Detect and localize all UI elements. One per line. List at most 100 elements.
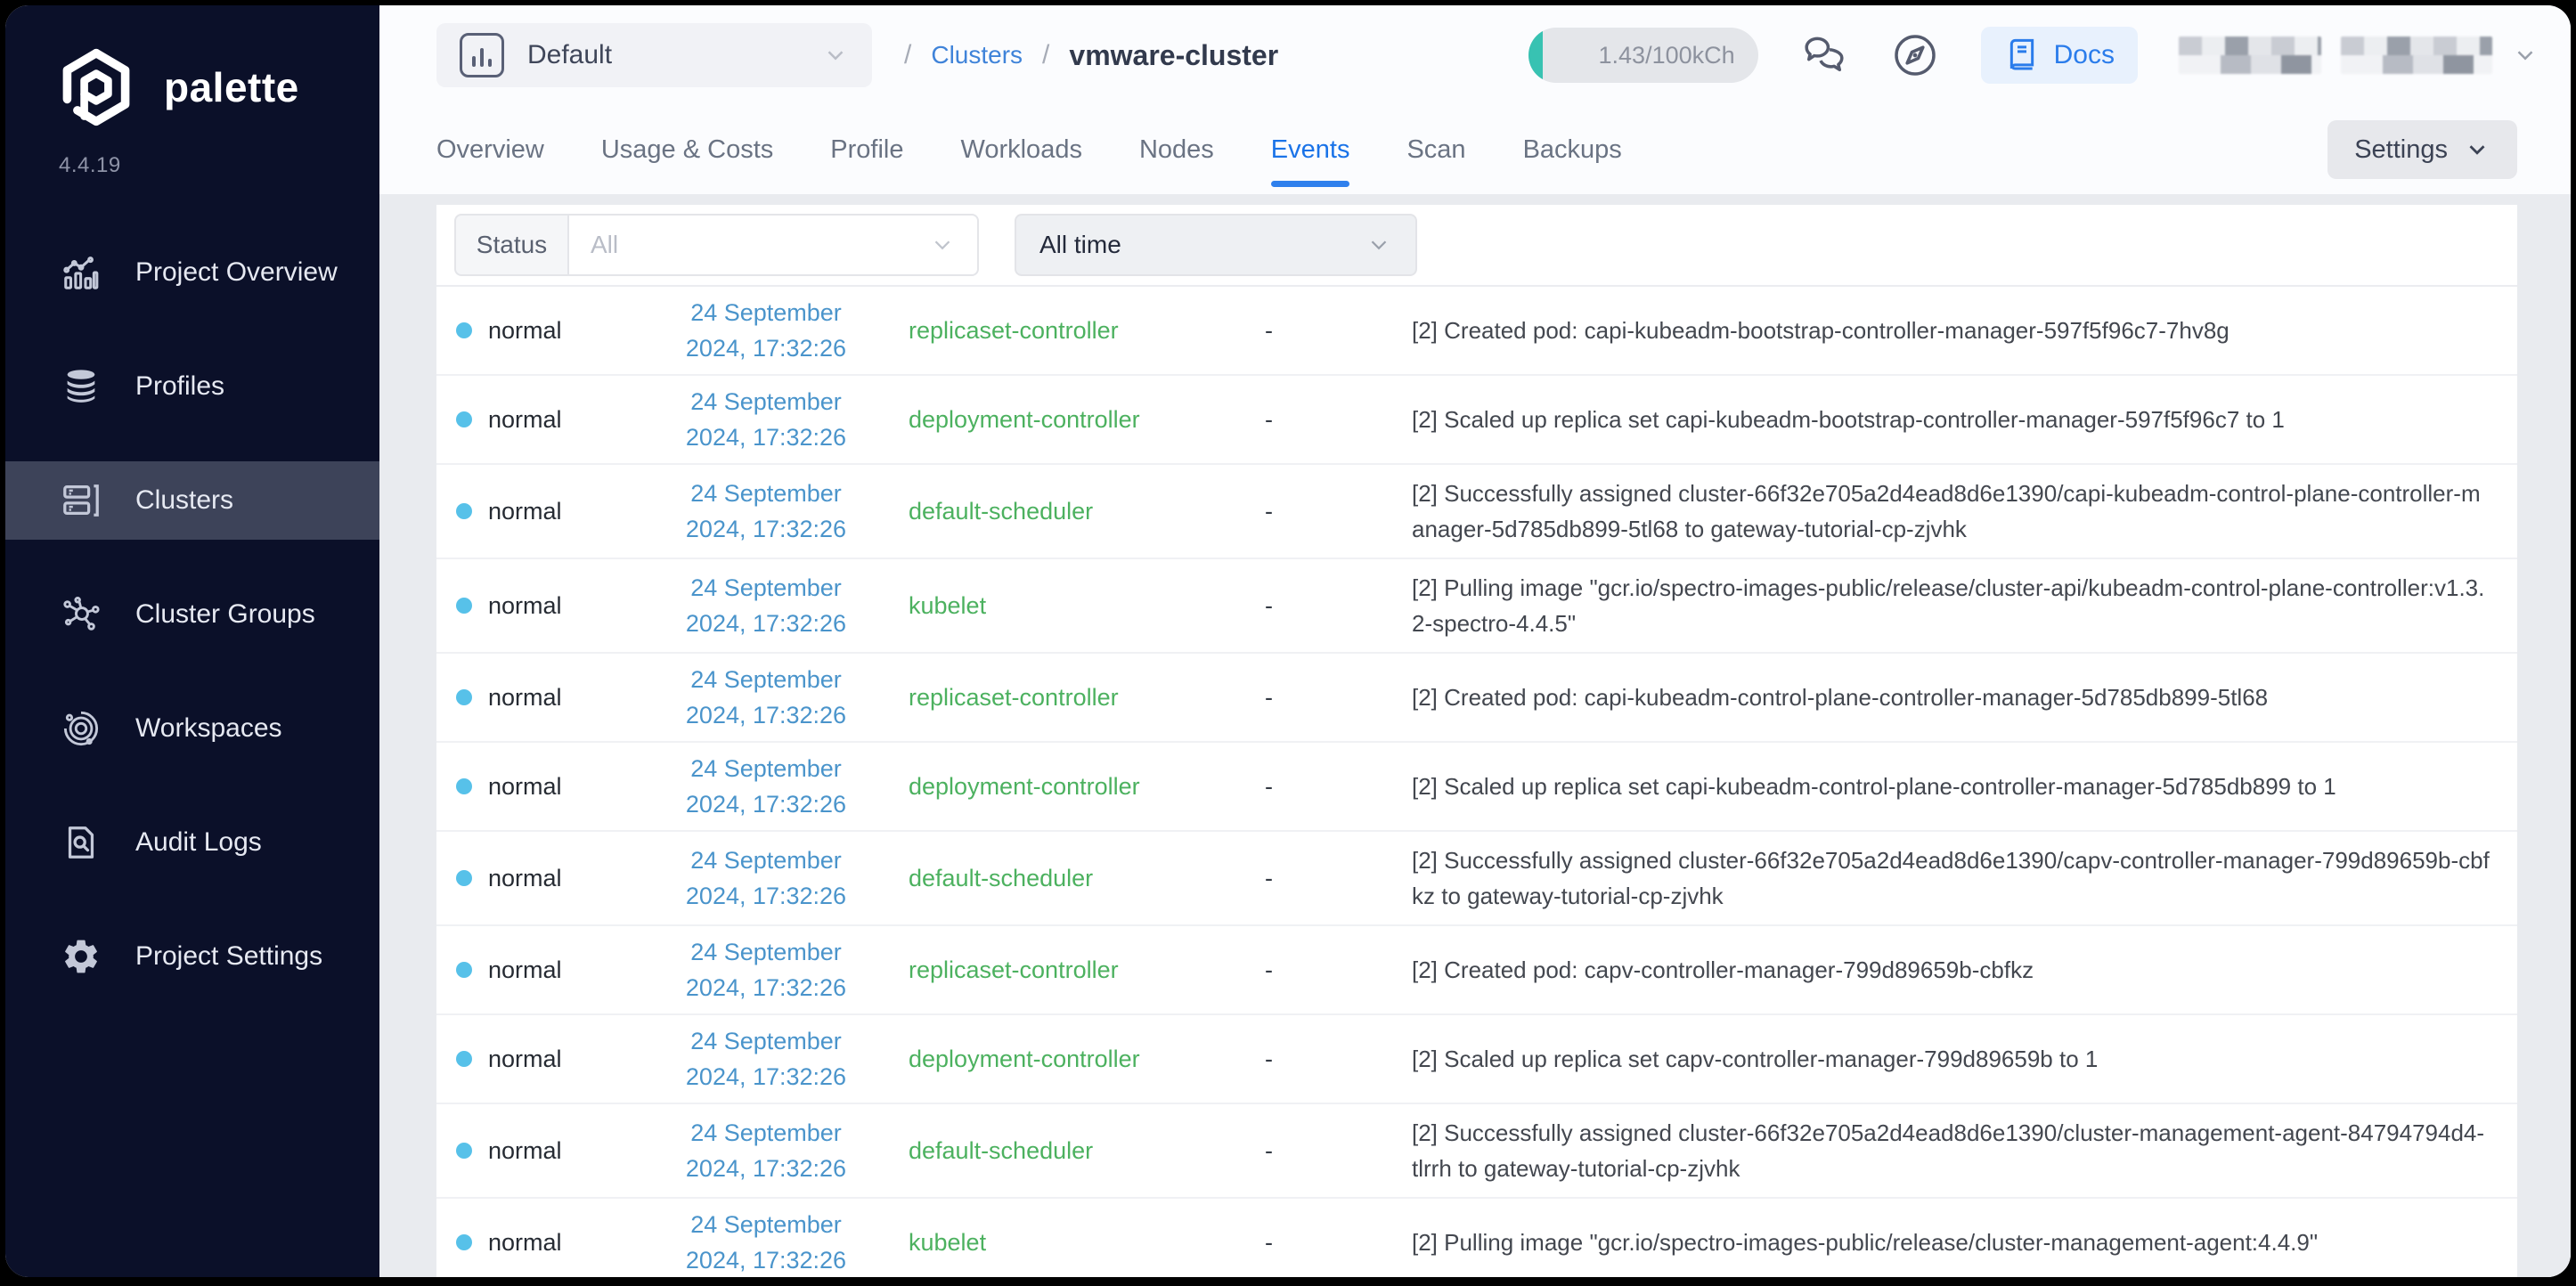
layers-icon: [61, 366, 102, 407]
tab-scan[interactable]: Scan: [1406, 105, 1465, 194]
status-text: normal: [488, 316, 562, 344]
status-dot-icon: [456, 1051, 472, 1067]
status-dot-icon: [456, 503, 472, 519]
event-message-cell: [2] Successfully assigned cluster-66f32e…: [1412, 847, 2490, 909]
tab-usage-costs[interactable]: Usage & Costs: [601, 105, 773, 194]
event-date-line1: 24 September: [690, 1028, 842, 1054]
user-menu[interactable]: [2179, 37, 2539, 74]
project-selector[interactable]: Default: [436, 23, 872, 87]
status-filter-value: All: [591, 231, 619, 258]
docs-button-label: Docs: [2053, 40, 2115, 69]
breadcrumb-slash: /: [1042, 40, 1050, 69]
table-row[interactable]: normal 24 September 2024, 17:32:26 deplo…: [436, 1015, 2517, 1104]
table-row[interactable]: normal 24 September 2024, 17:32:26 kubel…: [436, 1199, 2517, 1277]
compass-icon[interactable]: [1890, 30, 1940, 80]
user-name-redacted: [2341, 37, 2492, 74]
event-date-line1: 24 September: [690, 666, 842, 693]
book-icon: [2009, 38, 2034, 70]
events-content: Status All All time normal 24 September …: [379, 194, 2571, 1277]
event-message-cell: [2] Created pod: capv-controller-manager…: [1412, 956, 2034, 983]
event-status-cell: normal: [436, 498, 624, 525]
event-source-cell: kubelet: [909, 591, 987, 619]
event-object-cell: -: [1265, 1136, 1273, 1164]
filter-bar: Status All All time: [436, 205, 2517, 287]
chevron-down-icon: [929, 232, 956, 258]
tab-profile[interactable]: Profile: [830, 105, 903, 194]
app-window: palette 4.4.19 Project Overview Profiles…: [5, 5, 2571, 1277]
table-row[interactable]: normal 24 September 2024, 17:32:26 defau…: [436, 465, 2517, 559]
usage-badge[interactable]: 1.43/100kCh: [1528, 28, 1758, 83]
sidebar-item-clusters[interactable]: Clusters: [5, 461, 379, 540]
status-dot-icon: [456, 689, 472, 705]
sidebar-item-label: Clusters: [135, 485, 234, 515]
tab-overview[interactable]: Overview: [436, 105, 544, 194]
event-status-cell: normal: [436, 773, 624, 801]
tab-events[interactable]: Events: [1270, 105, 1349, 194]
status-text: normal: [488, 1136, 562, 1164]
event-message-cell: [2] Scaled up replica set capi-kubeadm-b…: [1412, 406, 2285, 433]
brand-name: palette: [164, 64, 299, 110]
event-date-line2: 2024, 17:32:26: [685, 610, 847, 637]
event-object-cell: -: [1265, 497, 1273, 525]
sidebar-item-label: Workspaces: [135, 713, 282, 743]
time-range-select[interactable]: All time: [1015, 214, 1417, 276]
sidebar-item-profiles[interactable]: Profiles: [5, 347, 379, 426]
event-message-cell: [2] Created pod: capi-kubeadm-bootstrap-…: [1412, 317, 2230, 344]
table-row[interactable]: normal 24 September 2024, 17:32:26 defau…: [436, 832, 2517, 926]
sidebar-item-project-settings[interactable]: Project Settings: [5, 917, 379, 996]
sidebar-item-project-overview[interactable]: Project Overview: [5, 233, 379, 312]
event-date-cell: 24 September 2024, 17:32:26: [624, 934, 909, 1005]
chat-icon[interactable]: [1799, 30, 1849, 80]
breadcrumb-link-clusters[interactable]: Clusters: [931, 41, 1023, 69]
palette-logo-icon: [55, 46, 137, 128]
tab-backups[interactable]: Backups: [1523, 105, 1622, 194]
table-row[interactable]: normal 24 September 2024, 17:32:26 repli…: [436, 287, 2517, 376]
sidebar-item-workspaces[interactable]: Workspaces: [5, 689, 379, 768]
event-date-line1: 24 September: [690, 1119, 842, 1146]
event-status-cell: normal: [436, 317, 624, 345]
project-selector-value: Default: [527, 40, 613, 69]
event-message-cell: [2] Created pod: capi-kubeadm-control-pl…: [1412, 684, 2269, 711]
table-row[interactable]: normal 24 September 2024, 17:32:26 kubel…: [436, 559, 2517, 654]
document-search-icon: [61, 822, 102, 863]
sidebar-item-label: Audit Logs: [135, 827, 262, 857]
status-text: normal: [488, 405, 562, 433]
status-text: normal: [488, 772, 562, 800]
settings-button-label: Settings: [2354, 134, 2448, 164]
sidebar-item-label: Project Overview: [135, 257, 338, 287]
sidebar-item-audit-logs[interactable]: Audit Logs: [5, 803, 379, 882]
event-date-cell: 24 September 2024, 17:32:26: [624, 842, 909, 914]
sidebar-item-cluster-groups[interactable]: Cluster Groups: [5, 575, 379, 654]
event-date-line2: 2024, 17:32:26: [685, 1063, 847, 1090]
breadcrumb-current-cluster: vmware-cluster: [1069, 38, 1279, 71]
table-row[interactable]: normal 24 September 2024, 17:32:26 deplo…: [436, 743, 2517, 832]
status-filter-label: Status: [454, 214, 567, 276]
breadcrumb: / Clusters / vmware-cluster: [904, 39, 1278, 72]
table-row[interactable]: normal 24 September 2024, 17:32:26 defau…: [436, 1104, 2517, 1199]
event-date-cell: 24 September 2024, 17:32:26: [624, 751, 909, 822]
event-date-cell: 24 September 2024, 17:32:26: [624, 1115, 909, 1186]
event-source-cell: default-scheduler: [909, 1136, 1094, 1164]
settings-button[interactable]: Settings: [2327, 120, 2517, 179]
event-date-line2: 2024, 17:32:26: [685, 516, 847, 542]
status-text: normal: [488, 683, 562, 711]
tab-nodes[interactable]: Nodes: [1139, 105, 1214, 194]
status-text: normal: [488, 956, 562, 983]
event-object-cell: -: [1265, 772, 1273, 800]
brand: palette: [5, 5, 379, 128]
event-status-cell: normal: [436, 406, 624, 434]
server-stack-icon: [61, 480, 102, 521]
table-row[interactable]: normal 24 September 2024, 17:32:26 deplo…: [436, 376, 2517, 465]
event-object-cell: -: [1265, 683, 1273, 711]
table-row[interactable]: normal 24 September 2024, 17:32:26 repli…: [436, 654, 2517, 743]
event-message-cell: [2] Scaled up replica set capv-controlle…: [1412, 1046, 2099, 1072]
table-row[interactable]: normal 24 September 2024, 17:32:26 repli…: [436, 926, 2517, 1015]
sidebar-nav: Project Overview Profiles Clusters Clust…: [5, 233, 379, 996]
app-version: 4.4.19: [59, 153, 121, 177]
docs-button[interactable]: Docs: [1980, 27, 2138, 84]
tab-workloads[interactable]: Workloads: [960, 105, 1081, 194]
status-filter: Status All: [454, 214, 979, 276]
event-date-line1: 24 September: [690, 480, 842, 507]
event-date-cell: 24 September 2024, 17:32:26: [624, 384, 909, 455]
status-filter-select[interactable]: All: [567, 214, 979, 276]
